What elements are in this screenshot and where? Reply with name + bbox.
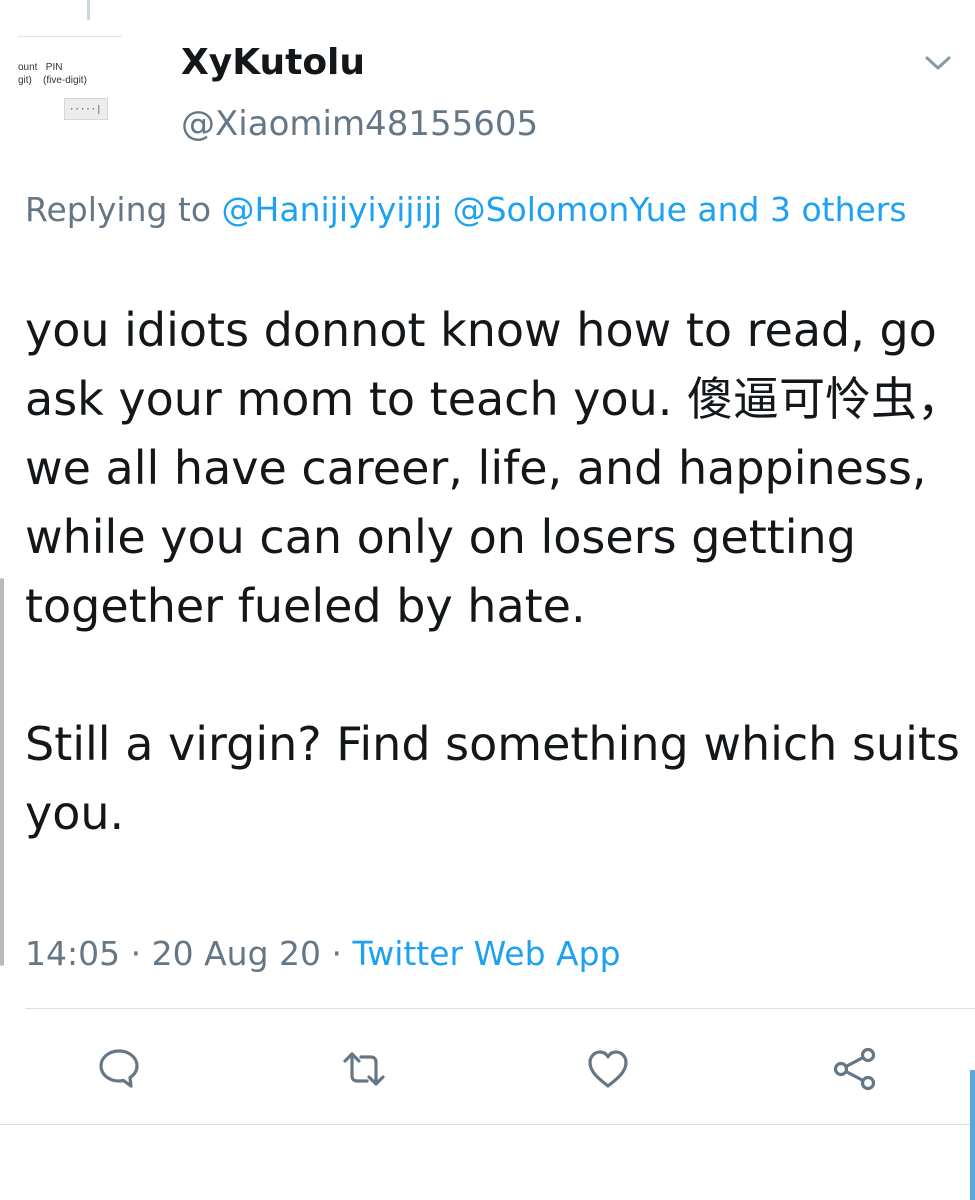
meta-separator-2: · [331, 934, 343, 973]
tweet-meta: 14:05 · 20 Aug 20 · Twitter Web App [25, 931, 621, 977]
tweet-paragraph-2: Still a virgin? Find something which sui… [25, 717, 975, 840]
retweet-icon[interactable] [341, 1046, 387, 1092]
share-icon[interactable] [832, 1046, 878, 1092]
tweet-text: you idiots donnot know how to read, go a… [25, 296, 965, 848]
avatar-pin-dots: ·····| [69, 105, 102, 115]
avatar-edge [18, 36, 122, 37]
avatar-pin-box: ·····| [64, 98, 108, 120]
tweet-time: 14:05 [25, 934, 121, 973]
edge-scroll-indicator [0, 578, 4, 966]
replying-to: Replying to @Hanijiyiyijijj @SolomonYue … [25, 186, 955, 234]
tweet-source[interactable]: Twitter Web App [353, 934, 621, 973]
avatar-text-2: git) (five-digit) [18, 75, 87, 86]
replying-to-label: Replying to [25, 190, 212, 229]
scrollbar[interactable] [970, 1070, 975, 1200]
display-name[interactable]: XyKutolu [181, 40, 365, 86]
meta-separator-1: · [130, 934, 142, 973]
thread-line [87, 0, 90, 20]
replying-to-mentions[interactable]: @Hanijiyiyijijj @SolomonYue and 3 others [222, 190, 907, 229]
tweet-date: 20 Aug 20 [151, 934, 322, 973]
chevron-down-icon[interactable] [918, 48, 958, 78]
like-icon[interactable] [585, 1046, 631, 1092]
avatar[interactable]: ount PIN git) (five-digit) ·····| [18, 36, 122, 140]
tweet-paragraph-1: you idiots donnot know how to read, go a… [25, 303, 964, 633]
reply-icon[interactable] [96, 1046, 142, 1092]
divider-top [25, 1008, 975, 1009]
user-handle[interactable]: @Xiaomim48155605 [181, 102, 538, 146]
avatar-text-1: ount PIN [18, 62, 63, 73]
divider-bottom [0, 1124, 975, 1125]
